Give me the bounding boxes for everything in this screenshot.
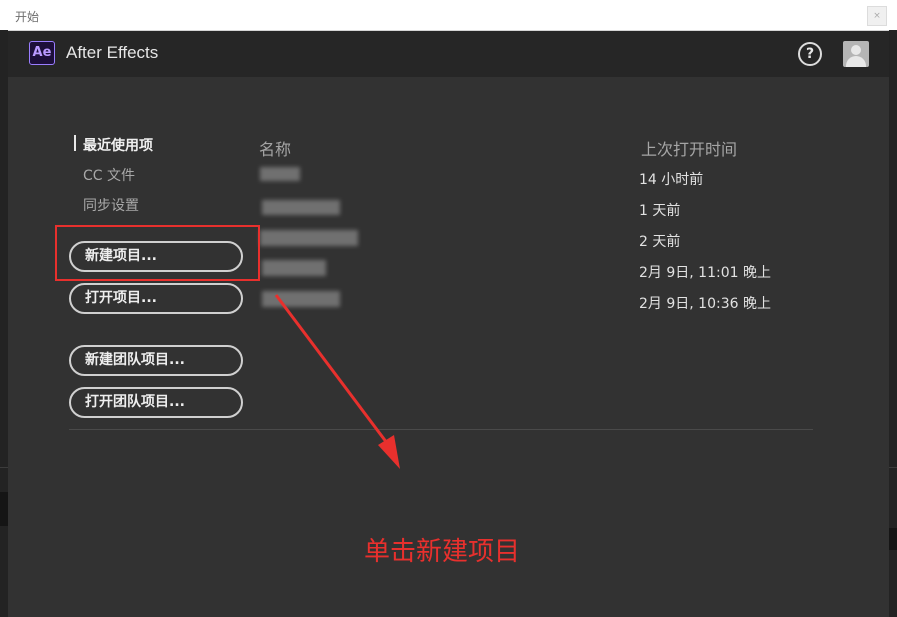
after-effects-logo: Ae — [29, 41, 55, 65]
window-title: 开始 — [15, 10, 40, 24]
recent-time: 2 天前 — [639, 234, 681, 250]
nav-item-sync-settings[interactable]: 同步设置 — [83, 195, 139, 215]
blurred-file-name[interactable] — [260, 167, 300, 181]
app-name: After Effects — [66, 43, 159, 62]
background-divider — [889, 467, 897, 468]
background-app-left — [0, 30, 8, 617]
name-column-header[interactable]: 名称 — [259, 136, 291, 160]
open-team-project-button[interactable]: 打开团队项目... — [69, 387, 243, 418]
blurred-file-name[interactable] — [262, 200, 340, 215]
blurred-file-name[interactable] — [262, 291, 340, 307]
user-avatar-icon[interactable] — [843, 41, 869, 67]
recent-time: 1 天前 — [639, 203, 681, 219]
background-divider — [0, 467, 8, 468]
recent-time: 2月 9日, 10:36 晚上 — [639, 296, 771, 312]
blurred-file-name[interactable] — [262, 260, 326, 276]
annotation-arrow — [274, 294, 400, 469]
screen: 开始 × Ae After Effects ? 最近使用项 CC 文件 同步设置… — [0, 0, 897, 617]
annotation-highlight-box — [55, 225, 260, 281]
new-team-project-button[interactable]: 新建团队项目... — [69, 345, 243, 376]
nav-item-recent[interactable]: 最近使用项 — [83, 135, 153, 155]
start-dialog: Ae After Effects ? 最近使用项 CC 文件 同步设置 新建项目… — [8, 31, 889, 617]
window-title-bar: 开始 × — [0, 0, 897, 31]
annotation-caption: 单击新建项目 — [364, 537, 521, 567]
section-divider — [69, 429, 813, 430]
background-panel — [0, 492, 8, 526]
background-panel — [889, 528, 897, 550]
dialog-header: Ae After Effects ? — [8, 31, 889, 77]
close-window-button[interactable]: × — [867, 6, 887, 26]
open-project-button[interactable]: 打开项目... — [69, 283, 243, 314]
nav-item-cc-files[interactable]: CC 文件 — [83, 165, 135, 185]
blurred-file-name[interactable] — [260, 230, 358, 246]
recent-time: 2月 9日, 11:01 晚上 — [639, 265, 771, 281]
recent-time: 14 小时前 — [639, 172, 704, 188]
time-column-header[interactable]: 上次打开时间 — [641, 136, 737, 160]
help-icon[interactable]: ? — [798, 42, 822, 66]
active-nav-indicator — [74, 135, 76, 151]
